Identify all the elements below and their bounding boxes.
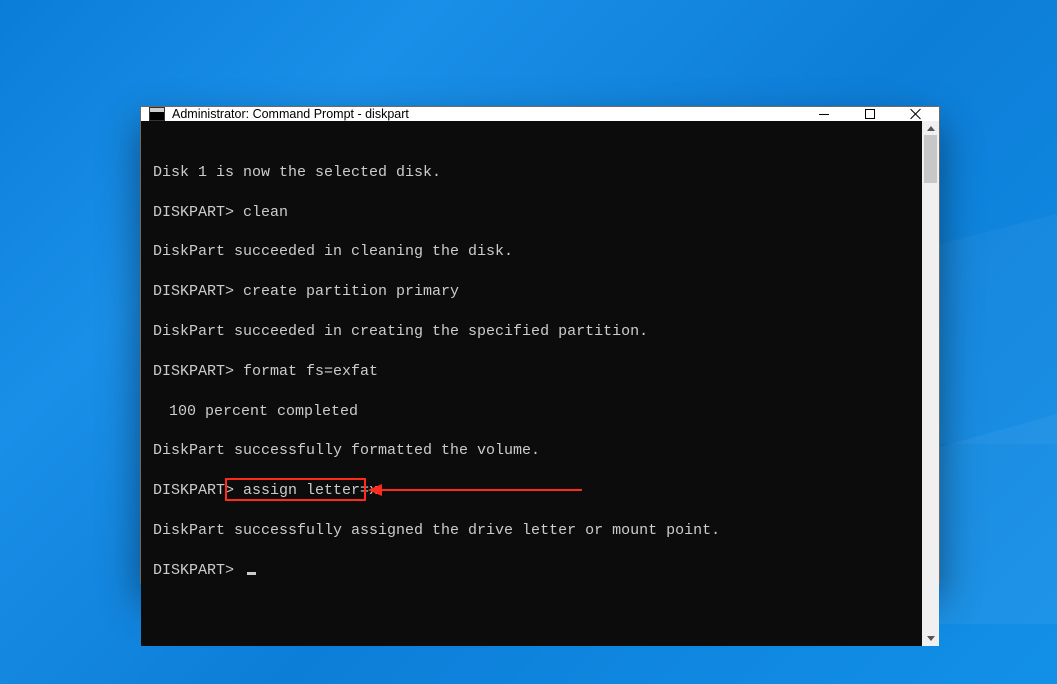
prompt: DISKPART> [153, 204, 243, 221]
output-line: DiskPart successfully assigned the drive… [153, 521, 910, 541]
console-area: Disk 1 is now the selected disk. DISKPART… [141, 121, 939, 646]
maximize-button[interactable] [847, 107, 893, 121]
prompt-line: DISKPART> [153, 561, 910, 581]
output-line: DiskPart successfully formatted the volu… [153, 441, 910, 461]
window-title: Administrator: Command Prompt - diskpart [172, 107, 801, 121]
prompt: DISKPART> [153, 482, 243, 499]
command-text: create partition primary [243, 283, 459, 300]
prompt-line: DISKPART> assign letter=x [153, 481, 910, 501]
command-text: clean [243, 204, 288, 221]
window-titlebar[interactable]: Administrator: Command Prompt - diskpart [141, 107, 939, 121]
command-text-highlighted: assign letter=x [243, 482, 378, 499]
console-output[interactable]: Disk 1 is now the selected disk. DISKPART… [141, 121, 922, 646]
vertical-scrollbar[interactable] [922, 121, 939, 646]
prompt-line: DISKPART> format fs=exfat [153, 362, 910, 382]
caption-buttons [801, 107, 939, 121]
scroll-up-icon[interactable] [927, 126, 935, 131]
cursor [247, 572, 256, 575]
minimize-button[interactable] [801, 107, 847, 121]
command-prompt-window: Administrator: Command Prompt - diskpart… [140, 106, 940, 584]
output-line: DiskPart succeeded in creating the speci… [153, 322, 910, 342]
output-line: 100 percent completed [153, 402, 910, 422]
close-button[interactable] [893, 107, 939, 121]
output-line: Disk 1 is now the selected disk. [153, 163, 910, 183]
prompt-line: DISKPART> clean [153, 203, 910, 223]
prompt-line: DISKPART> create partition primary [153, 282, 910, 302]
output-line: DiskPart succeeded in cleaning the disk. [153, 242, 910, 262]
command-text: format fs=exfat [243, 363, 378, 380]
scrollbar-thumb[interactable] [924, 135, 937, 183]
cmd-icon [149, 107, 165, 121]
prompt: DISKPART> [153, 283, 243, 300]
prompt: DISKPART> [153, 562, 243, 579]
scroll-down-icon[interactable] [927, 636, 935, 641]
prompt: DISKPART> [153, 363, 243, 380]
